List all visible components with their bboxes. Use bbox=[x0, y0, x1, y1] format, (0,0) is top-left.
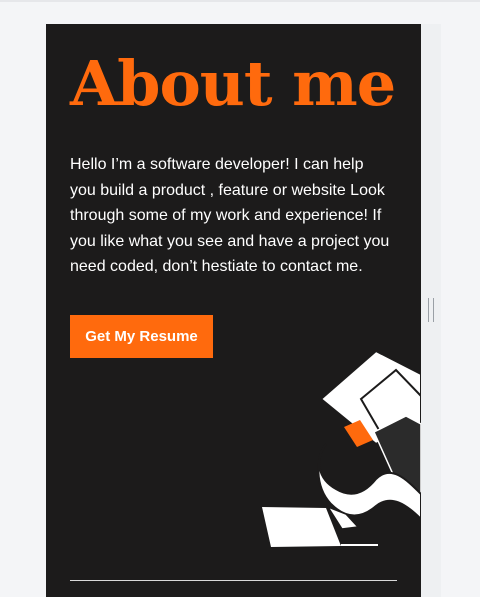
abstract-paper-shapes-illustration-icon bbox=[262, 349, 421, 547]
window-top-edge bbox=[0, 0, 480, 2]
resize-handle-icon[interactable] bbox=[428, 298, 434, 322]
footer-divider bbox=[70, 580, 397, 581]
about-section: About me Hello I’m a software developer!… bbox=[46, 24, 421, 597]
